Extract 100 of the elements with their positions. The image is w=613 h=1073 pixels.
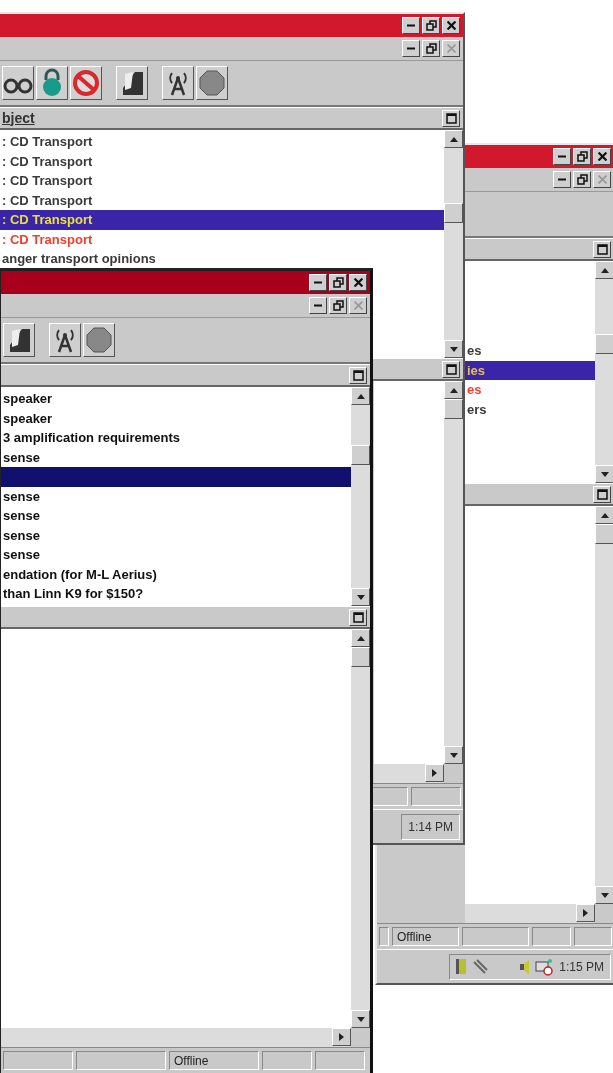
message-row[interactable]: sense [1, 525, 351, 545]
scroll-right-button[interactable] [576, 904, 595, 922]
toolbar-button[interactable] [49, 323, 81, 357]
horizontal-scrollbar[interactable] [374, 764, 444, 783]
scroll-up-button[interactable] [595, 261, 613, 279]
minimize-button[interactable] [402, 17, 420, 34]
close-button[interactable] [593, 148, 611, 165]
maximize-button[interactable] [349, 366, 367, 384]
toolbar-button[interactable] [36, 66, 68, 100]
scroll-right-button[interactable] [425, 764, 444, 782]
close-icon [353, 278, 363, 287]
horizontal-scrollbar[interactable] [465, 904, 595, 923]
message-row[interactable]: : CD Transport [0, 229, 444, 249]
scroll-thumb[interactable] [444, 203, 463, 223]
down-arrow-icon [600, 892, 609, 898]
message-row[interactable]: es [465, 380, 595, 400]
maximize-icon [352, 611, 364, 623]
scroll-down-button[interactable] [351, 1010, 370, 1028]
message-row[interactable]: : CD Transport [0, 171, 444, 191]
scroll-right-button[interactable] [332, 1028, 351, 1046]
scroll-up-button[interactable] [595, 506, 613, 524]
scroll-up-button[interactable] [444, 130, 463, 148]
scroll-down-button[interactable] [444, 340, 463, 358]
scroll-thumb[interactable] [595, 524, 613, 544]
scrollbar[interactable] [595, 506, 613, 904]
scrollbar[interactable] [351, 629, 370, 1028]
close-button[interactable] [349, 297, 367, 314]
close-button[interactable] [442, 17, 460, 34]
message-row[interactable]: endation (for M-L Aerius) [1, 564, 351, 584]
toolbar-button[interactable] [116, 66, 148, 100]
scroll-thumb[interactable] [351, 647, 370, 667]
message-row[interactable]: : CD Transport [0, 151, 444, 171]
horizontal-scrollbar[interactable] [1, 1028, 351, 1047]
scrollbar[interactable] [444, 381, 463, 764]
minimize-button[interactable] [309, 297, 327, 314]
message-row[interactable]: than Linn K9 for $150? [1, 584, 351, 604]
close-button[interactable] [349, 274, 367, 291]
scroll-thumb[interactable] [351, 445, 370, 465]
book-icon [456, 959, 467, 974]
scroll-down-button[interactable] [595, 886, 613, 904]
restore-icon [576, 151, 588, 162]
scroll-up-button[interactable] [351, 387, 370, 405]
toolbar-button[interactable] [2, 66, 34, 100]
maximize-button[interactable] [349, 608, 367, 626]
scrollbar[interactable] [595, 261, 613, 483]
toolbar-button[interactable] [70, 66, 102, 100]
message-subject: anger transport opinions [2, 251, 156, 266]
maximize-button[interactable] [442, 360, 460, 378]
scroll-thumb[interactable] [595, 334, 613, 354]
restore-icon [332, 300, 344, 311]
column-header[interactable]: bject [2, 107, 35, 129]
message-row[interactable]: 3 amplification requirements [1, 428, 351, 448]
message-row[interactable]: es [465, 341, 595, 361]
message-subject: ers [467, 401, 487, 417]
scroll-down-button[interactable] [444, 746, 463, 764]
scrollbar[interactable] [444, 130, 463, 358]
toolbar-button[interactable] [3, 323, 35, 357]
minimize-button[interactable] [402, 40, 420, 57]
close-icon [597, 175, 607, 184]
scroll-up-button[interactable] [351, 629, 370, 647]
close-icon [446, 44, 456, 53]
maximize-button[interactable] [593, 485, 611, 503]
scroll-up-button[interactable] [444, 381, 463, 399]
scroll-down-button[interactable] [351, 588, 370, 606]
maximize-button[interactable] [442, 109, 460, 127]
minimize-button[interactable] [553, 148, 571, 165]
message-row[interactable]: sense [1, 447, 351, 467]
message-row[interactable]: speaker [1, 408, 351, 428]
restore-button[interactable] [329, 297, 347, 314]
restore-button[interactable] [329, 274, 347, 291]
close-button[interactable] [593, 171, 611, 188]
message-subject: : CD Transport [2, 212, 93, 227]
message-row[interactable]: : CD Transport [0, 210, 444, 230]
restore-button[interactable] [573, 148, 591, 165]
scrollbar[interactable] [351, 387, 370, 606]
restore-button[interactable] [573, 171, 591, 188]
restore-button[interactable] [422, 17, 440, 34]
message-row[interactable]: anger transport opinions [0, 249, 444, 269]
message-subject: than Linn K9 for $150? [3, 586, 144, 601]
clock: 1:14 PM [408, 818, 453, 836]
message-row[interactable]: : CD Transport [0, 190, 444, 210]
message-row[interactable]: sense [1, 506, 351, 526]
message-row[interactable]: : CD Transport [0, 132, 444, 152]
minimize-button[interactable] [553, 171, 571, 188]
toolbar-button[interactable] [196, 66, 228, 100]
message-row[interactable]: sense [1, 545, 351, 565]
message-row[interactable]: ies [465, 360, 595, 380]
minimize-icon [558, 178, 566, 181]
message-row[interactable]: sense [1, 486, 351, 506]
scroll-thumb[interactable] [444, 399, 463, 419]
restore-icon [425, 20, 437, 31]
message-row[interactable]: ers [465, 399, 595, 419]
close-button[interactable] [442, 40, 460, 57]
toolbar-button[interactable] [162, 66, 194, 100]
restore-button[interactable] [422, 40, 440, 57]
maximize-button[interactable] [593, 240, 611, 258]
scroll-down-button[interactable] [595, 465, 613, 483]
toolbar-button[interactable] [83, 323, 115, 357]
message-row[interactable]: speaker [1, 389, 351, 409]
minimize-button[interactable] [309, 274, 327, 291]
